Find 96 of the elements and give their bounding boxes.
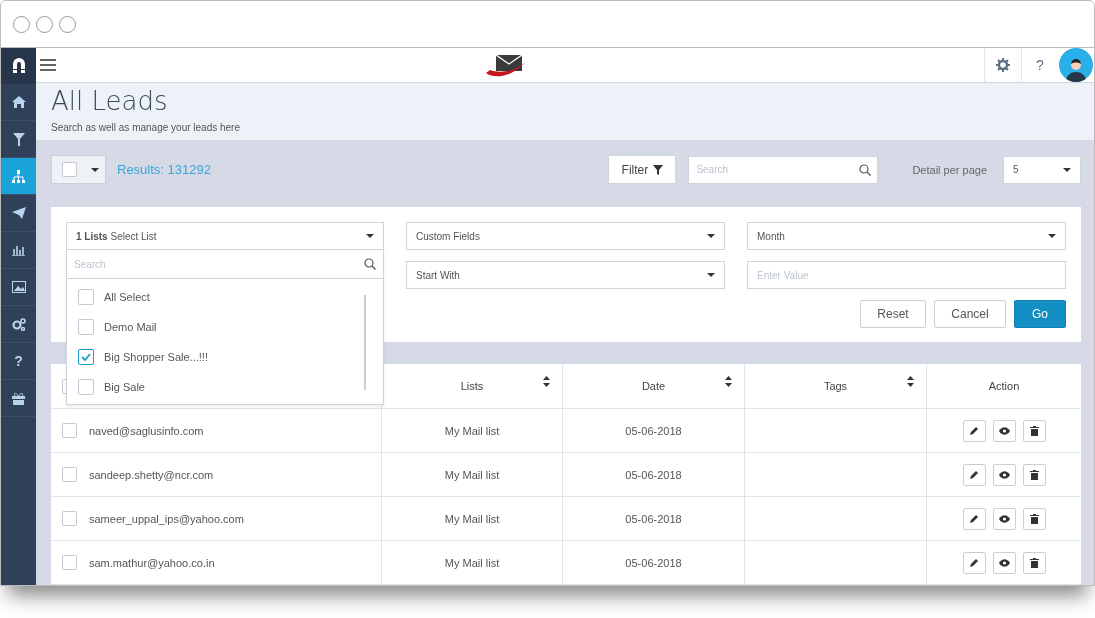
list-cell: My Mail list bbox=[444, 556, 500, 569]
list-cell: My Mail list bbox=[444, 468, 500, 481]
list-option[interactable]: Big Sale bbox=[67, 372, 383, 402]
view-button[interactable] bbox=[992, 507, 1016, 530]
bar-chart-icon bbox=[12, 244, 25, 256]
check-icon bbox=[81, 353, 91, 361]
search-icon bbox=[859, 163, 872, 176]
eye-icon bbox=[998, 514, 1010, 523]
email-cell: sandeep.shetty@ncr.com bbox=[89, 468, 214, 481]
edit-button[interactable] bbox=[962, 419, 986, 442]
magnet-icon bbox=[10, 57, 27, 75]
envelope-logo-icon bbox=[484, 53, 528, 79]
checkbox[interactable] bbox=[78, 349, 94, 365]
pencil-icon bbox=[969, 469, 979, 480]
settings-icon bbox=[996, 58, 1010, 72]
email-cell: naved@saglusinfo.com bbox=[89, 424, 204, 437]
email-cell: sameer_uppal_ips@yahoo.com bbox=[89, 512, 244, 525]
column-header[interactable]: Date bbox=[563, 364, 745, 408]
edit-button[interactable] bbox=[962, 551, 986, 574]
caret-icon bbox=[707, 234, 715, 238]
date-cell: 05-06-2018 bbox=[625, 424, 682, 437]
pencil-icon bbox=[969, 425, 979, 436]
funnel-icon bbox=[12, 132, 25, 146]
home-icon bbox=[11, 96, 26, 108]
checkbox[interactable] bbox=[78, 319, 94, 335]
custom-field-select[interactable]: Custom Fields bbox=[406, 222, 725, 250]
delete-button[interactable] bbox=[1022, 419, 1046, 442]
list-select[interactable]: 1 Lists Select List bbox=[66, 222, 384, 250]
eye-icon bbox=[998, 558, 1010, 567]
help-button[interactable]: ? bbox=[1021, 48, 1058, 82]
checkbox[interactable] bbox=[78, 289, 94, 305]
action-button[interactable]: Cancel bbox=[934, 300, 1006, 328]
date-cell: 05-06-2018 bbox=[625, 556, 682, 569]
checkbox[interactable] bbox=[62, 423, 77, 438]
results-count: Results: 131292 bbox=[117, 162, 211, 177]
condition-select[interactable]: Start With bbox=[406, 261, 725, 289]
eye-icon bbox=[998, 470, 1010, 479]
go-button[interactable]: Go bbox=[1014, 300, 1066, 328]
scrollbar-thumb[interactable] bbox=[364, 295, 366, 390]
date-cell: 05-06-2018 bbox=[625, 468, 682, 481]
avatar[interactable] bbox=[1059, 48, 1093, 82]
list-cell: My Mail list bbox=[444, 424, 500, 437]
list-option[interactable]: Big Shopper Sale...!!! bbox=[67, 342, 383, 372]
page-subtitle: Search as well as manage your leads here bbox=[51, 122, 241, 133]
list-option[interactable]: All Select bbox=[67, 282, 383, 312]
column-header[interactable]: Action bbox=[927, 364, 1081, 408]
caret-icon bbox=[366, 234, 374, 238]
help-icon: ? bbox=[14, 353, 23, 369]
filter-button[interactable]: Filter bbox=[608, 155, 677, 184]
checkbox[interactable] bbox=[62, 555, 77, 570]
email-cell: sam.mathur@yahoo.co.in bbox=[89, 556, 215, 569]
trash-icon bbox=[1029, 513, 1039, 524]
pencil-icon bbox=[969, 557, 979, 568]
search-field[interactable]: Search bbox=[688, 155, 879, 184]
delete-button[interactable] bbox=[1022, 463, 1046, 486]
paper-plane-icon bbox=[11, 207, 26, 219]
checkbox[interactable] bbox=[78, 379, 94, 395]
checkbox[interactable] bbox=[62, 467, 77, 482]
sitemap-icon bbox=[12, 169, 25, 183]
dropdown-search-field[interactable]: Search bbox=[67, 250, 383, 279]
view-button[interactable] bbox=[992, 419, 1016, 442]
caret-icon bbox=[91, 167, 99, 172]
menu-icon[interactable] bbox=[40, 59, 56, 71]
checkbox[interactable] bbox=[62, 162, 77, 177]
list-option[interactable]: Demo Mail bbox=[67, 312, 383, 342]
checkbox[interactable] bbox=[62, 511, 77, 526]
search-icon bbox=[364, 258, 376, 270]
view-button[interactable] bbox=[992, 551, 1016, 574]
caret-icon bbox=[1063, 167, 1071, 172]
sidebar-item[interactable] bbox=[1, 158, 36, 195]
column-header[interactable]: Tags bbox=[745, 364, 927, 408]
trash-icon bbox=[1029, 557, 1039, 568]
caret-icon bbox=[1048, 234, 1056, 238]
delete-button[interactable] bbox=[1022, 507, 1046, 530]
caret-icon bbox=[707, 273, 715, 277]
funnel-icon bbox=[653, 164, 664, 175]
per-page-label: Detail per page bbox=[912, 163, 987, 176]
list-cell: My Mail list bbox=[444, 512, 500, 525]
date-cell: 05-06-2018 bbox=[625, 512, 682, 525]
value-input-field[interactable]: Enter Value bbox=[747, 261, 1066, 289]
trash-icon bbox=[1029, 425, 1039, 436]
gears-icon bbox=[11, 317, 26, 331]
delete-button[interactable] bbox=[1022, 551, 1046, 574]
view-button[interactable] bbox=[992, 463, 1016, 486]
column-header[interactable]: Lists bbox=[382, 364, 563, 408]
trash-icon bbox=[1029, 469, 1039, 480]
edit-button[interactable] bbox=[962, 507, 986, 530]
pencil-icon bbox=[969, 513, 979, 524]
image-icon bbox=[11, 281, 26, 293]
eye-icon bbox=[998, 426, 1010, 435]
per-page-select[interactable]: 5 bbox=[1003, 155, 1081, 184]
action-button[interactable]: Reset bbox=[860, 300, 926, 328]
gift-icon bbox=[12, 391, 25, 405]
month-select[interactable]: Month bbox=[747, 222, 1066, 250]
edit-button[interactable] bbox=[962, 463, 986, 486]
page-title: All Leads bbox=[51, 86, 169, 116]
